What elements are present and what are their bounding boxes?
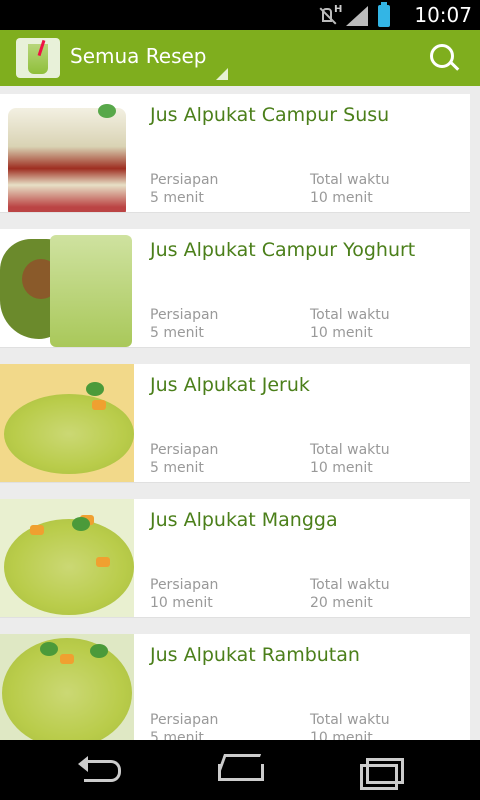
recipe-item-jeruk[interactable]: Jus Alpukat Jeruk Persiapan 5 menit Tota… <box>0 364 470 483</box>
navigation-bar <box>0 740 480 800</box>
total-value: 10 menit <box>310 730 373 740</box>
recipe-title: Jus Alpukat Mangga <box>150 509 338 531</box>
prep-label: Persiapan <box>150 172 219 188</box>
recipe-item-mangga[interactable]: Jus Alpukat Mangga Persiapan 10 menit To… <box>0 499 470 618</box>
prep-label: Persiapan <box>150 442 219 458</box>
recipe-thumbnail <box>0 634 134 740</box>
recipe-title: Jus Alpukat Campur Yoghurt <box>150 239 416 261</box>
total-label: Total waktu <box>310 712 390 728</box>
total-value: 10 menit <box>310 325 373 341</box>
recipe-item-rambutan[interactable]: Jus Alpukat Rambutan Persiapan 5 menit T… <box>0 634 470 740</box>
prep-label: Persiapan <box>150 307 219 323</box>
prep-value: 10 menit <box>150 595 213 611</box>
signal-icon: H <box>334 4 368 26</box>
prep-value: 5 menit <box>150 190 204 206</box>
status-bar: H 10:07 <box>0 0 480 30</box>
home-icon[interactable] <box>218 754 264 784</box>
status-icons: H <box>318 2 390 27</box>
prep-value: 5 menit <box>150 730 204 740</box>
total-label: Total waktu <box>310 172 390 188</box>
total-value: 20 menit <box>310 595 373 611</box>
app-logo-icon[interactable] <box>16 38 60 78</box>
recipe-thumbnail <box>0 499 134 617</box>
recipe-list[interactable]: Jus Alpukat Campur Susu Persiapan 5 meni… <box>0 86 480 740</box>
total-label: Total waktu <box>310 577 390 593</box>
total-label: Total waktu <box>310 307 390 323</box>
recipe-item-campur-yoghurt[interactable]: Jus Alpukat Campur Yoghurt Persiapan 5 m… <box>0 229 470 348</box>
total-value: 10 menit <box>310 460 373 476</box>
recent-apps-icon[interactable] <box>360 754 404 790</box>
total-value: 10 menit <box>310 190 373 206</box>
clock: 10:07 <box>414 3 472 27</box>
recipe-title: Jus Alpukat Rambutan <box>150 644 360 666</box>
back-icon[interactable] <box>78 754 124 784</box>
battery-icon <box>378 2 390 27</box>
recipe-thumbnail <box>0 229 134 347</box>
recipe-thumbnail <box>0 364 134 482</box>
recipe-title: Jus Alpukat Jeruk <box>150 374 310 396</box>
page-title[interactable]: Semua Resep <box>70 44 207 68</box>
recipe-title: Jus Alpukat Campur Susu <box>150 104 390 126</box>
prep-label: Persiapan <box>150 712 219 728</box>
prep-value: 5 menit <box>150 325 204 341</box>
prep-value: 5 menit <box>150 460 204 476</box>
dropdown-indicator-icon <box>216 68 228 80</box>
prep-label: Persiapan <box>150 577 219 593</box>
search-icon[interactable] <box>430 44 460 74</box>
total-label: Total waktu <box>310 442 390 458</box>
recipe-thumbnail <box>0 94 134 212</box>
recipe-item-campur-susu[interactable]: Jus Alpukat Campur Susu Persiapan 5 meni… <box>0 94 470 213</box>
